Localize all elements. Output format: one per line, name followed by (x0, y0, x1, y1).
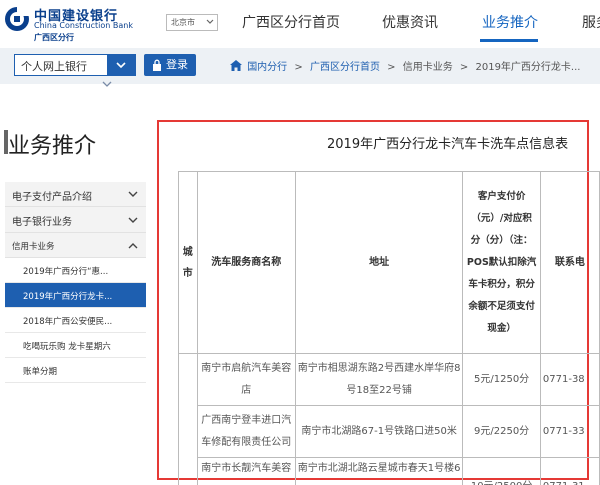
ccb-logo-icon (5, 6, 30, 31)
cell-address: 南宁市北湖路67-1号铁路口进50米 (294, 405, 464, 458)
chevron-down-icon (128, 217, 138, 223)
logo-name-en: China Construction Bank (34, 21, 133, 30)
sidebar-item-e-banking[interactable]: 电子银行业务 (5, 207, 146, 233)
sidebar-subitem-label: 2018年广西公安便民... (23, 317, 113, 327)
cell-name: 南宁市启航汽车美容 店 (196, 353, 296, 406)
home-icon (230, 60, 242, 71)
cell-price: 5元/1250分 (462, 353, 541, 406)
cell-price: 10元/2500分 (462, 457, 541, 485)
cell-city (178, 353, 198, 485)
sidebar-item-label: 电子支付产品介绍 (12, 192, 92, 203)
col-header-city: 城 市 (178, 171, 198, 354)
city-select[interactable]: 北京市 (166, 14, 218, 31)
car-wash-table: 城 市 洗车服务商名称 地址 客户支付价 （元）/对应积 分（分）（注： POS… (178, 171, 600, 485)
cell-phone: 0771-38 (539, 353, 600, 406)
toolbar: 个人网上银行 登录 国内分行 > 广西区分行首页 > 信用卡业务 > 2019年… (0, 48, 600, 84)
logo-branch: 广西区分行 (34, 33, 74, 42)
nav-business-recommend[interactable]: 业务推介 (482, 12, 538, 32)
breadcrumb-credit-card[interactable]: 信用卡业务 (403, 62, 453, 73)
breadcrumb-current: 2019年广西分行龙卡... (475, 62, 581, 73)
sidebar-subitem-saturday[interactable]: 吃喝玩乐购 龙卡星期六 (5, 333, 146, 358)
login-button-label: 登录 (166, 58, 188, 71)
cell-name: 广西南宁登丰进口汽 车修配有限责任公司 (196, 405, 296, 458)
online-banking-select-value: 个人网上银行 (21, 60, 87, 73)
col-header-phone: 联系电 (539, 171, 600, 354)
sidebar-item-credit-card[interactable]: 信用卡业务 (5, 233, 146, 258)
chevron-down-icon (206, 19, 214, 24)
cell-name: 南宁市长靓汽车美容 (196, 457, 296, 485)
table-row: 南宁市启航汽车美容 店 南宁市相思湖东路2号西建水岸华府8 号18至22号铺 5… (178, 353, 600, 485)
cell-phone: 0771-33 (539, 405, 600, 458)
city-select-value: 北京市 (171, 18, 195, 27)
breadcrumb: 国内分行 > 广西区分行首页 > 信用卡业务 > 2019年广西分行龙卡... (230, 58, 584, 73)
breadcrumb-gx-home[interactable]: 广西区分行首页 (310, 62, 380, 73)
chevron-down-icon (128, 191, 138, 197)
header: 中国建设银行 China Construction Bank 广西区分行 北京市… (0, 0, 600, 42)
sidebar-subitem-2019-hui[interactable]: 2019年广西分行“惠... (5, 258, 146, 283)
breadcrumb-domestic[interactable]: 国内分行 (247, 62, 287, 73)
sidebar-title: 业务推介 (3, 128, 96, 160)
chevron-down-icon (116, 62, 126, 69)
col-header-price: 客户支付价 （元）/对应积 分（分）（注： POS默认扣除汽 车卡积分，积分 余… (462, 171, 541, 354)
col-header-address: 地址 (294, 171, 464, 354)
ccb-logo[interactable]: 中国建设银行 China Construction Bank 广西区分行 (4, 4, 164, 42)
nav-promotions[interactable]: 优惠资讯 (382, 12, 438, 32)
col-header-name: 洗车服务商名称 (196, 171, 296, 354)
nav-gx-home[interactable]: 广西区分行首页 (242, 12, 340, 32)
sidebar-subitem-2018-police[interactable]: 2018年广西公安便民... (5, 308, 146, 333)
cell-phone: 0771-31 (539, 457, 600, 485)
sidebar-subitem-label: 2019年广西分行“惠... (23, 267, 109, 277)
lock-icon (153, 59, 161, 71)
cell-price: 9元/2250分 (462, 405, 541, 458)
login-button[interactable]: 登录 (144, 54, 196, 76)
sidebar-subitem-label: 吃喝玩乐购 龙卡星期六 (23, 342, 111, 352)
cell-address: 南宁市相思湖东路2号西建水岸华府8 号18至22号铺 (294, 353, 464, 406)
chevron-up-icon (128, 243, 138, 249)
online-banking-dropdown-button[interactable] (107, 55, 135, 75)
nav-active-underline (480, 39, 538, 42)
table-row: 南宁市长靓汽车美容 南宁市北湖北路云星城市春天1号楼6 10元/2500分 07… (179, 457, 600, 485)
sidebar-item-label: 信用卡业务 (12, 242, 55, 252)
cell-address: 南宁市北湖北路云星城市春天1号楼6 (294, 457, 464, 485)
online-banking-select[interactable]: 个人网上银行 (14, 54, 136, 76)
table-row: 广西南宁登丰进口汽 车修配有限责任公司 南宁市北湖路67-1号铁路口进50米 9… (179, 405, 600, 458)
sidebar-subitem-2019-longka[interactable]: 2019年广西分行龙卡... (5, 283, 146, 308)
sidebar-item-label: 电子银行业务 (12, 217, 72, 228)
nav-services[interactable]: 服务 (582, 12, 600, 32)
table-title: 2019年广西分行龙卡汽车卡洗车点信息表 (327, 137, 569, 152)
page: 中国建设银行 China Construction Bank 广西区分行 北京市… (0, 0, 600, 485)
sidebar-subitem-label: 账单分期 (23, 367, 58, 377)
sidebar-subitem-installment[interactable]: 账单分期 (5, 358, 146, 383)
chevron-down-icon[interactable] (102, 80, 112, 88)
sidebar-subitem-label: 2019年广西分行龙卡... (23, 292, 113, 302)
sidebar-item-e-payment[interactable]: 电子支付产品介绍 (5, 182, 146, 207)
